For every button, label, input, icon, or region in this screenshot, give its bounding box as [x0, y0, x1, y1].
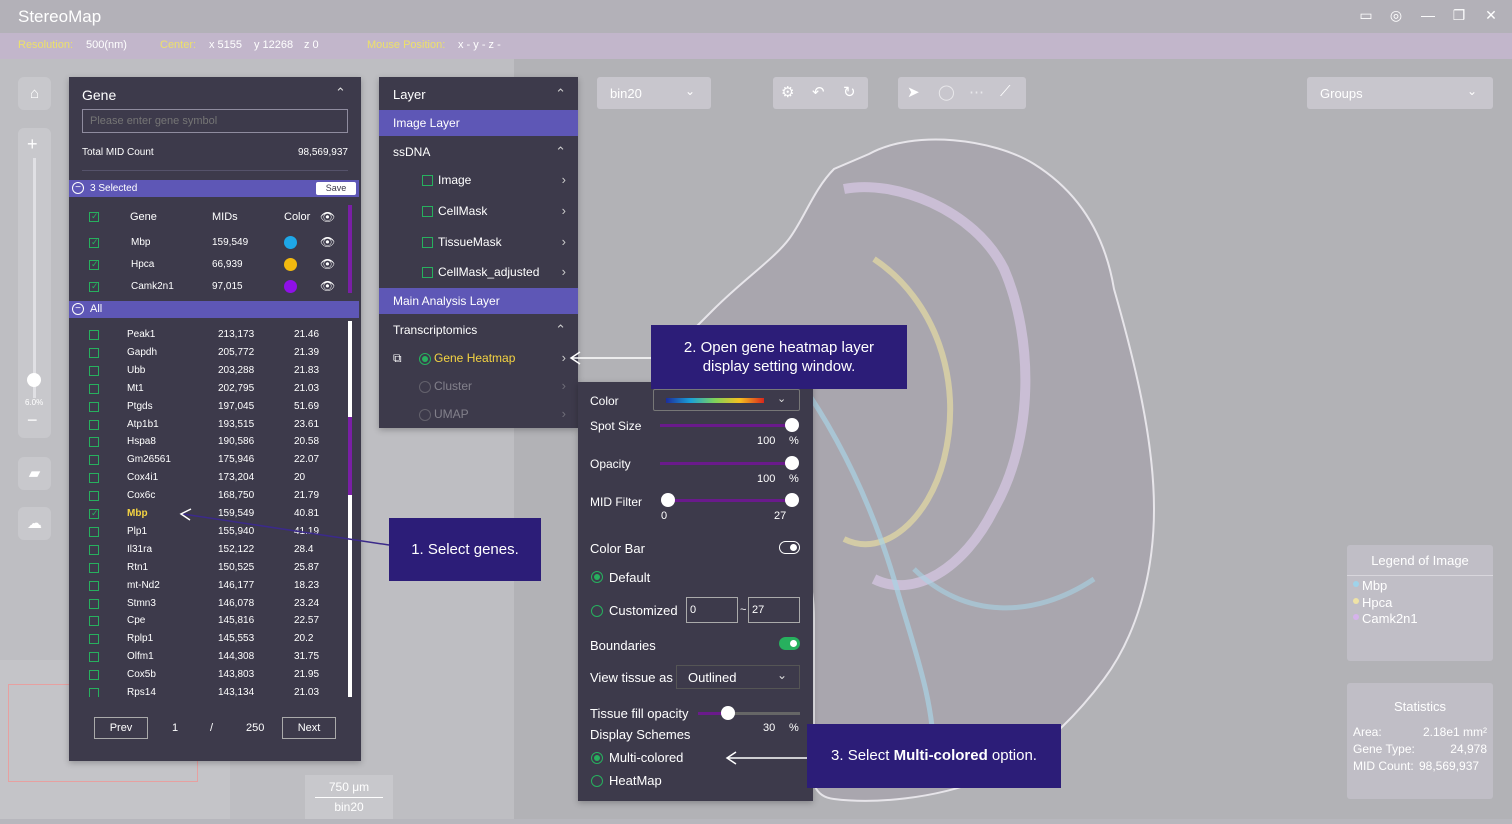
annotation-arrows: [179, 351, 807, 765]
callout-open-heatmap-line1: 2. Open gene heatmap layer: [683, 339, 875, 356]
callout-multi-colored-pre: 3. Select: [831, 747, 894, 764]
callout-open-heatmap: 2. Open gene heatmap layer display setti…: [651, 325, 907, 389]
callout-multi-colored: 3. Select Multi-colored option.: [807, 724, 1061, 788]
callout-select-genes: 1. Select genes.: [389, 518, 541, 581]
callout-multi-colored-bold: Multi-colored: [893, 747, 988, 764]
callout-multi-colored-post: option.: [987, 747, 1037, 764]
callout-open-heatmap-line2: display setting window.: [702, 358, 856, 375]
